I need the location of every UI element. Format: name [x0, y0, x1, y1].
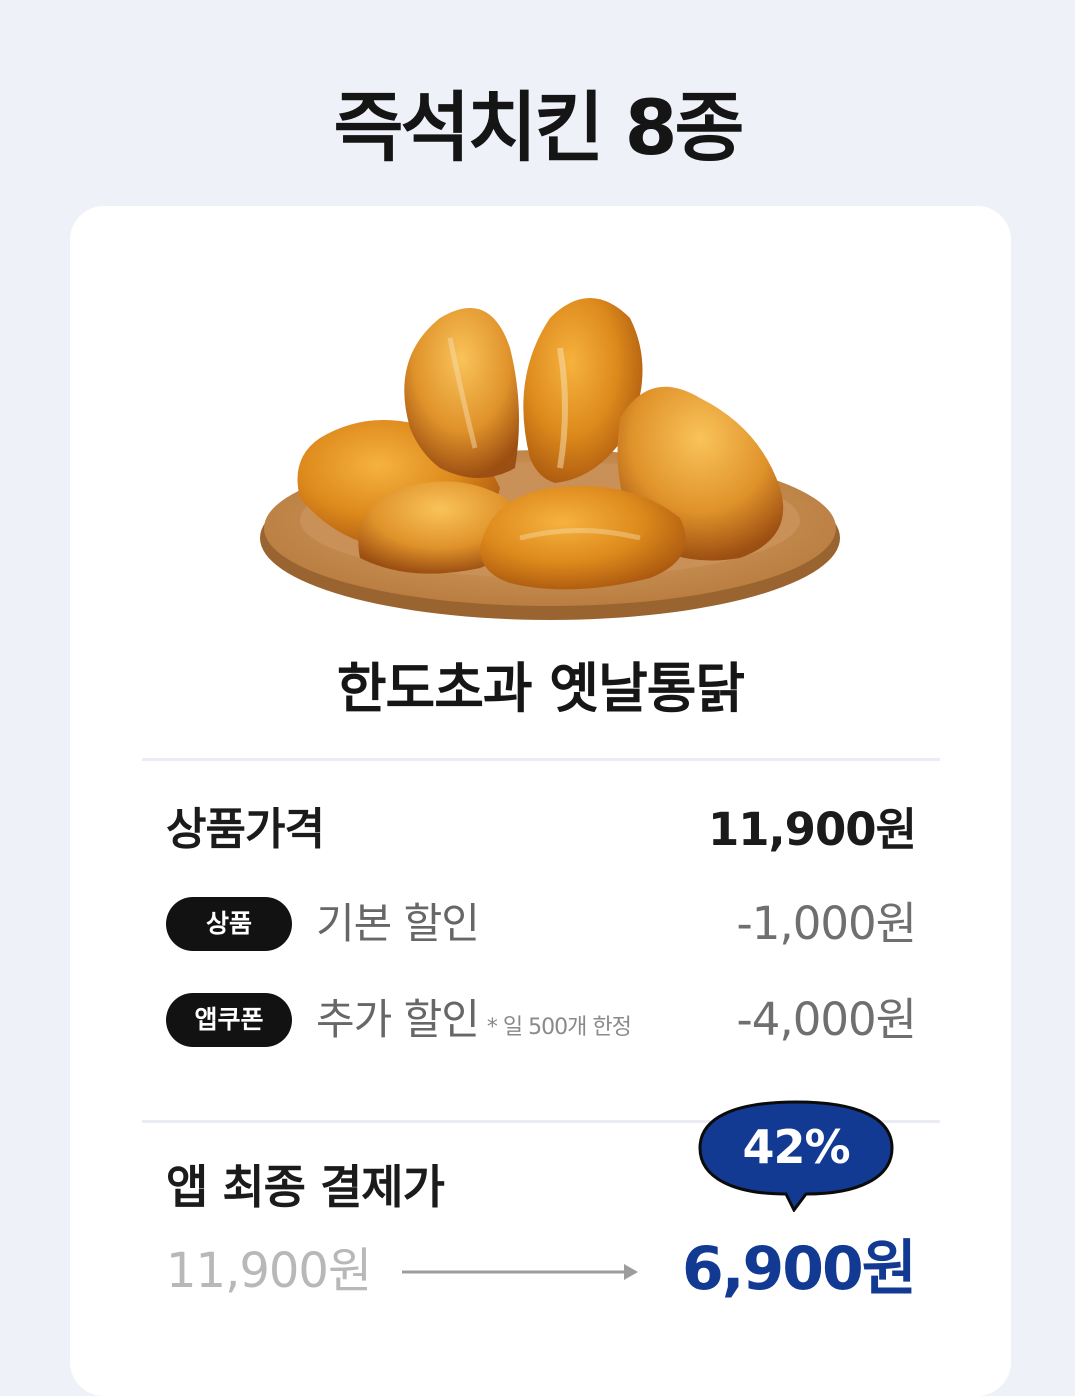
discount-rate-text: 42%: [742, 1120, 850, 1174]
final-price-label: 앱 최종 결제가: [166, 1160, 445, 1214]
discount-row-coupon: 앱쿠폰 추가 할인 * 일 500개 한정 -4,000원: [166, 988, 917, 1052]
price-value: 11,900원: [707, 803, 917, 856]
discount-value-basic: -1,000원: [736, 897, 917, 950]
divider-top: [142, 758, 940, 761]
page-title: 즉석치킨 8종: [333, 83, 745, 172]
arrow-right-icon: [402, 1264, 638, 1280]
badge-product: 상품: [166, 897, 292, 951]
price-row: 상품가격 11,900원: [166, 798, 917, 862]
discount-label-coupon: 추가 할인 * 일 500개 한정: [316, 988, 632, 1060]
original-price: 11,900원: [166, 1243, 372, 1299]
product-image: [260, 298, 840, 620]
discount-text-basic: 기본 할인: [316, 899, 480, 948]
discount-row-basic: 상품 기본 할인 -1,000원: [166, 892, 917, 956]
discount-label-basic: 기본 할인: [316, 892, 480, 956]
discount-value-coupon: -4,000원: [736, 993, 917, 1046]
product-card[interactable]: 한도초과 옛날통닭 상품가격 11,900원 상품 기본 할인 -1,000원 …: [70, 206, 1011, 1396]
final-price: 6,900원: [682, 1234, 917, 1304]
badge-app-coupon: 앱쿠폰: [166, 993, 292, 1047]
price-label: 상품가격: [166, 804, 325, 855]
discount-text-coupon: 추가 할인: [316, 995, 480, 1044]
discount-note: * 일 500개 한정: [486, 1015, 632, 1040]
product-name: 한도초과 옛날통닭: [336, 657, 745, 720]
